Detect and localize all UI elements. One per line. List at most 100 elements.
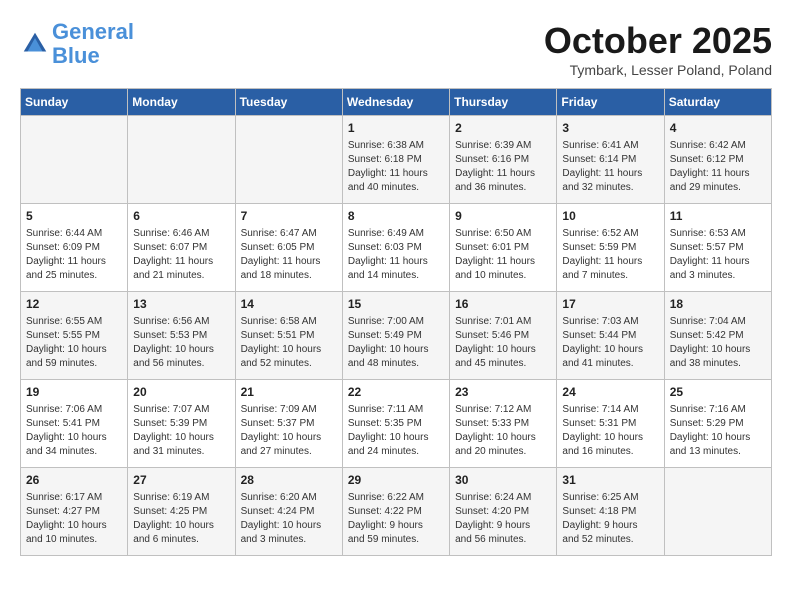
day-info: Sunrise: 6:52 AM Sunset: 5:59 PM Dayligh… [562, 227, 658, 283]
day-info: Sunrise: 7:00 AM Sunset: 5:49 PM Dayligh… [348, 315, 444, 371]
location: Tymbark, Lesser Poland, Poland [544, 62, 772, 78]
header-day: Saturday [664, 89, 771, 116]
day-info: Sunrise: 7:12 AM Sunset: 5:33 PM Dayligh… [455, 403, 551, 459]
calendar-cell: 22 Sunrise: 7:11 AM Sunset: 5:35 PM Dayli… [342, 380, 449, 468]
day-number: 16 [455, 296, 551, 313]
calendar-cell: 10 Sunrise: 6:52 AM Sunset: 5:59 PM Dayli… [557, 204, 664, 292]
calendar-cell: 25 Sunrise: 7:16 AM Sunset: 5:29 PM Dayli… [664, 380, 771, 468]
calendar-body: 1 Sunrise: 6:38 AM Sunset: 6:18 PM Daylig… [21, 116, 772, 556]
day-number: 13 [133, 296, 229, 313]
calendar-cell: 30 Sunrise: 6:24 AM Sunset: 4:20 PM Dayli… [450, 468, 557, 556]
header-day: Monday [128, 89, 235, 116]
day-info: Sunrise: 6:46 AM Sunset: 6:07 PM Dayligh… [133, 227, 229, 283]
day-info: Sunrise: 7:06 AM Sunset: 5:41 PM Dayligh… [26, 403, 122, 459]
day-number: 19 [26, 384, 122, 401]
day-info: Sunrise: 7:04 AM Sunset: 5:42 PM Dayligh… [670, 315, 766, 371]
calendar-cell: 11Sunrise: 6:53 AM Sunset: 5:57 PM Dayli… [664, 204, 771, 292]
header-day: Thursday [450, 89, 557, 116]
day-number: 28 [241, 472, 337, 489]
calendar-cell: 20 Sunrise: 7:07 AM Sunset: 5:39 PM Dayli… [128, 380, 235, 468]
day-info: Sunrise: 7:11 AM Sunset: 5:35 PM Dayligh… [348, 403, 444, 459]
day-info: Sunrise: 7:09 AM Sunset: 5:37 PM Dayligh… [241, 403, 337, 459]
day-info: Sunrise: 6:55 AM Sunset: 5:55 PM Dayligh… [26, 315, 122, 371]
day-number: 22 [348, 384, 444, 401]
day-info: Sunrise: 6:41 AM Sunset: 6:14 PM Dayligh… [562, 139, 658, 195]
calendar-cell: 18 Sunrise: 7:04 AM Sunset: 5:42 PM Dayli… [664, 292, 771, 380]
day-number: 27 [133, 472, 229, 489]
day-number: 7 [241, 208, 337, 225]
day-info: Sunrise: 6:42 AM Sunset: 6:12 PM Dayligh… [670, 139, 766, 195]
calendar-header: SundayMondayTuesdayWednesdayThursdayFrid… [21, 89, 772, 116]
day-number: 15 [348, 296, 444, 313]
logo: General Blue [20, 20, 134, 68]
calendar-week-row: 1 Sunrise: 6:38 AM Sunset: 6:18 PM Daylig… [21, 116, 772, 204]
day-info: Sunrise: 7:14 AM Sunset: 5:31 PM Dayligh… [562, 403, 658, 459]
day-number: 29 [348, 472, 444, 489]
logo-text: General Blue [52, 20, 134, 68]
calendar-cell: 15 Sunrise: 7:00 AM Sunset: 5:49 PM Dayli… [342, 292, 449, 380]
page-header: General Blue October 2025 Tymbark, Lesse… [20, 20, 772, 78]
day-number: 24 [562, 384, 658, 401]
calendar-cell: 5 Sunrise: 6:44 AM Sunset: 6:09 PM Daylig… [21, 204, 128, 292]
day-number: 26 [26, 472, 122, 489]
calendar-cell: 23 Sunrise: 7:12 AM Sunset: 5:33 PM Dayli… [450, 380, 557, 468]
header-day: Sunday [21, 89, 128, 116]
day-number: 1 [348, 120, 444, 137]
day-number: 25 [670, 384, 766, 401]
calendar-cell: 1 Sunrise: 6:38 AM Sunset: 6:18 PM Daylig… [342, 116, 449, 204]
calendar-cell: 6 Sunrise: 6:46 AM Sunset: 6:07 PM Daylig… [128, 204, 235, 292]
calendar-cell: 7 Sunrise: 6:47 AM Sunset: 6:05 PM Daylig… [235, 204, 342, 292]
calendar-cell: 2 Sunrise: 6:39 AM Sunset: 6:16 PM Daylig… [450, 116, 557, 204]
day-number: 17 [562, 296, 658, 313]
day-number: 14 [241, 296, 337, 313]
day-info: Sunrise: 6:20 AM Sunset: 4:24 PM Dayligh… [241, 491, 337, 547]
calendar-week-row: 19 Sunrise: 7:06 AM Sunset: 5:41 PM Dayli… [21, 380, 772, 468]
calendar-cell: 19 Sunrise: 7:06 AM Sunset: 5:41 PM Dayli… [21, 380, 128, 468]
calendar-cell: 28 Sunrise: 6:20 AM Sunset: 4:24 PM Dayli… [235, 468, 342, 556]
calendar-cell: 9Sunrise: 6:50 AM Sunset: 6:01 PM Daylig… [450, 204, 557, 292]
day-info: Sunrise: 6:58 AM Sunset: 5:51 PM Dayligh… [241, 315, 337, 371]
day-number: 30 [455, 472, 551, 489]
day-info: Sunrise: 6:25 AM Sunset: 4:18 PM Dayligh… [562, 491, 658, 547]
day-info: Sunrise: 6:44 AM Sunset: 6:09 PM Dayligh… [26, 227, 122, 283]
calendar-cell [128, 116, 235, 204]
calendar-cell: 14 Sunrise: 6:58 AM Sunset: 5:51 PM Dayli… [235, 292, 342, 380]
header-day: Friday [557, 89, 664, 116]
day-number: 31 [562, 472, 658, 489]
calendar-week-row: 12 Sunrise: 6:55 AM Sunset: 5:55 PM Dayli… [21, 292, 772, 380]
calendar-cell: 8Sunrise: 6:49 AM Sunset: 6:03 PM Daylig… [342, 204, 449, 292]
calendar-cell: 29 Sunrise: 6:22 AM Sunset: 4:22 PM Dayli… [342, 468, 449, 556]
calendar-cell: 21 Sunrise: 7:09 AM Sunset: 5:37 PM Dayli… [235, 380, 342, 468]
day-number: 11 [670, 208, 766, 225]
day-number: 21 [241, 384, 337, 401]
day-number: 12 [26, 296, 122, 313]
day-number: 6 [133, 208, 229, 225]
day-number: 10 [562, 208, 658, 225]
title-block: October 2025 Tymbark, Lesser Poland, Pol… [544, 20, 772, 78]
day-number: 9 [455, 208, 551, 225]
calendar-cell: 17Sunrise: 7:03 AM Sunset: 5:44 PM Dayli… [557, 292, 664, 380]
day-info: Sunrise: 6:24 AM Sunset: 4:20 PM Dayligh… [455, 491, 551, 547]
calendar-table: SundayMondayTuesdayWednesdayThursdayFrid… [20, 88, 772, 556]
day-number: 23 [455, 384, 551, 401]
day-info: Sunrise: 6:17 AM Sunset: 4:27 PM Dayligh… [26, 491, 122, 547]
day-info: Sunrise: 6:49 AM Sunset: 6:03 PM Dayligh… [348, 227, 444, 283]
day-info: Sunrise: 7:07 AM Sunset: 5:39 PM Dayligh… [133, 403, 229, 459]
day-info: Sunrise: 7:16 AM Sunset: 5:29 PM Dayligh… [670, 403, 766, 459]
day-info: Sunrise: 6:47 AM Sunset: 6:05 PM Dayligh… [241, 227, 337, 283]
day-number: 5 [26, 208, 122, 225]
day-info: Sunrise: 6:56 AM Sunset: 5:53 PM Dayligh… [133, 315, 229, 371]
day-info: Sunrise: 6:38 AM Sunset: 6:18 PM Dayligh… [348, 139, 444, 195]
day-number: 20 [133, 384, 229, 401]
day-info: Sunrise: 6:22 AM Sunset: 4:22 PM Dayligh… [348, 491, 444, 547]
day-number: 3 [562, 120, 658, 137]
calendar-cell: 27Sunrise: 6:19 AM Sunset: 4:25 PM Dayli… [128, 468, 235, 556]
header-day: Tuesday [235, 89, 342, 116]
day-number: 2 [455, 120, 551, 137]
calendar-week-row: 26 Sunrise: 6:17 AM Sunset: 4:27 PM Dayli… [21, 468, 772, 556]
day-info: Sunrise: 6:39 AM Sunset: 6:16 PM Dayligh… [455, 139, 551, 195]
month-title: October 2025 [544, 20, 772, 62]
day-number: 18 [670, 296, 766, 313]
calendar-cell [664, 468, 771, 556]
calendar-cell: 3 Sunrise: 6:41 AM Sunset: 6:14 PM Daylig… [557, 116, 664, 204]
